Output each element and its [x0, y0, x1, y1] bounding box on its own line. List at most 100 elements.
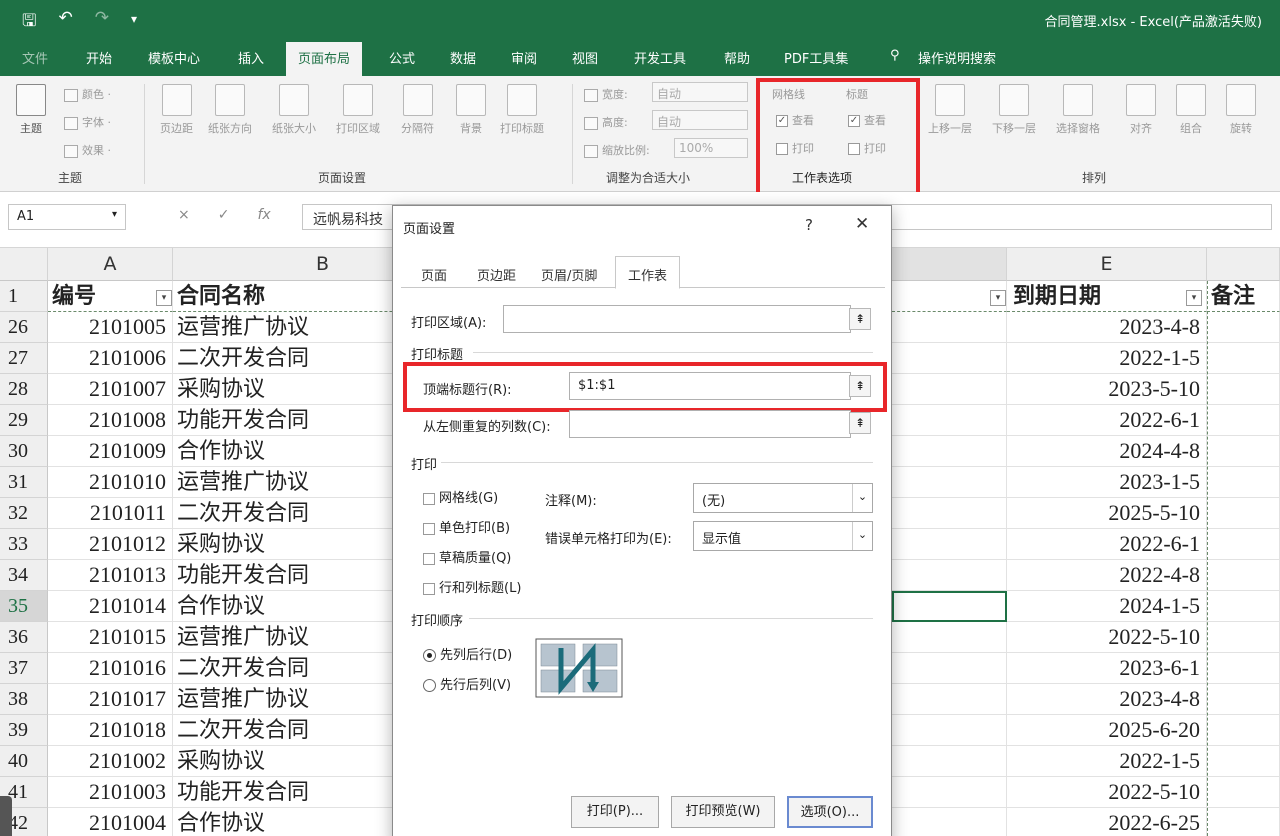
- tab-sheet[interactable]: 工作表: [615, 256, 681, 289]
- cell-column-d[interactable]: [892, 715, 1007, 746]
- cell-expiry-date[interactable]: 2024-4-8: [1007, 436, 1207, 467]
- cell-contract-id[interactable]: 2101005: [48, 312, 173, 343]
- row-header[interactable]: 40: [0, 746, 48, 777]
- tab-help[interactable]: 帮助: [724, 48, 750, 67]
- cell-contract-id[interactable]: 2101018: [48, 715, 173, 746]
- cell-notes[interactable]: [1207, 777, 1280, 808]
- cell-notes[interactable]: [1207, 498, 1280, 529]
- theme-effects-button[interactable]: 效果 ·: [64, 142, 111, 158]
- row-header[interactable]: 33: [0, 529, 48, 560]
- tab-page-layout[interactable]: 页面布局: [286, 42, 363, 76]
- tell-me-search[interactable]: 操作说明搜索: [918, 48, 996, 67]
- collapse-dialog-icon[interactable]: ⇞: [849, 308, 871, 330]
- height-select[interactable]: 自动: [652, 110, 748, 130]
- tab-template-center[interactable]: 模板中心: [148, 48, 200, 67]
- tab-formulas[interactable]: 公式: [389, 48, 415, 67]
- cell-column-d[interactable]: [892, 746, 1007, 777]
- column-header-f[interactable]: [1207, 248, 1280, 281]
- cell-notes[interactable]: [1207, 374, 1280, 405]
- cell-expiry-date[interactable]: 2023-1-5: [1007, 467, 1207, 498]
- print-area-input[interactable]: [503, 305, 851, 333]
- row-header[interactable]: 37: [0, 653, 48, 684]
- help-icon[interactable]: ?: [805, 216, 813, 234]
- tab-pdf-tools[interactable]: PDF工具集: [784, 48, 848, 67]
- tab-page[interactable]: 页面: [421, 265, 447, 284]
- tab-header-footer[interactable]: 页眉/页脚: [541, 265, 597, 284]
- tab-review[interactable]: 审阅: [511, 48, 537, 67]
- cell-column-d[interactable]: [892, 529, 1007, 560]
- close-icon[interactable]: ✕: [855, 214, 869, 234]
- cell-contract-id[interactable]: 2101011: [48, 498, 173, 529]
- filter-dropdown-icon[interactable]: ▾: [990, 290, 1006, 306]
- cell-column-d[interactable]: [892, 498, 1007, 529]
- theme-fonts-button[interactable]: 字体 ·: [64, 114, 111, 130]
- print-button[interactable]: 打印(P)...: [571, 796, 659, 828]
- collapse-dialog-icon[interactable]: ⇞: [849, 412, 871, 434]
- row-header[interactable]: 35: [0, 591, 48, 622]
- header-cell-id[interactable]: 编号: [48, 281, 173, 312]
- cell-expiry-date[interactable]: 2025-5-10: [1007, 498, 1207, 529]
- row-header[interactable]: 29: [0, 405, 48, 436]
- cell-expiry-date[interactable]: 2022-6-1: [1007, 529, 1207, 560]
- chevron-down-icon[interactable]: ▾: [112, 209, 117, 220]
- cell-contract-id[interactable]: 2101017: [48, 684, 173, 715]
- row-header[interactable]: 1: [0, 281, 48, 312]
- over-then-down-radio[interactable]: 先行后列(V): [423, 674, 511, 693]
- redo-icon[interactable]: ↷: [95, 8, 109, 37]
- cell-expiry-date[interactable]: 2022-5-10: [1007, 777, 1207, 808]
- fx-icon[interactable]: fx: [257, 207, 270, 223]
- row-header[interactable]: 38: [0, 684, 48, 715]
- undo-icon[interactable]: ↶: [58, 8, 72, 37]
- cell-notes[interactable]: [1207, 653, 1280, 684]
- tab-margins[interactable]: 页边距: [477, 265, 516, 284]
- customize-icon[interactable]: ▾: [131, 8, 137, 37]
- tab-home[interactable]: 开始: [86, 48, 112, 67]
- size-button[interactable]: 纸张大小: [272, 84, 316, 136]
- cell-notes[interactable]: [1207, 715, 1280, 746]
- row-header[interactable]: 39: [0, 715, 48, 746]
- cell-notes[interactable]: [1207, 622, 1280, 653]
- cell-contract-id[interactable]: 2101006: [48, 343, 173, 374]
- cell-notes[interactable]: [1207, 529, 1280, 560]
- cell-column-d[interactable]: [892, 684, 1007, 715]
- cell-notes[interactable]: [1207, 591, 1280, 622]
- cell-expiry-date[interactable]: 2023-5-10: [1007, 374, 1207, 405]
- cell-notes[interactable]: [1207, 467, 1280, 498]
- select-all-corner[interactable]: [0, 248, 48, 281]
- selection-pane-button[interactable]: 选择窗格: [1056, 84, 1100, 136]
- cell-column-d[interactable]: [892, 560, 1007, 591]
- save-icon[interactable]: 🖫: [22, 8, 36, 37]
- cell-column-d[interactable]: [892, 591, 1007, 622]
- cell-notes[interactable]: [1207, 808, 1280, 836]
- errors-select[interactable]: 显示值 ⌄: [693, 521, 873, 551]
- cell-contract-id[interactable]: 2101002: [48, 746, 173, 777]
- tab-file[interactable]: 文件: [22, 48, 48, 67]
- cell-contract-id[interactable]: 2101010: [48, 467, 173, 498]
- print-area-button[interactable]: 打印区域: [336, 84, 380, 136]
- cell-notes[interactable]: [1207, 312, 1280, 343]
- cell-contract-id[interactable]: 2101004: [48, 808, 173, 836]
- cell-expiry-date[interactable]: 2022-1-5: [1007, 746, 1207, 777]
- cell-expiry-date[interactable]: 2024-1-5: [1007, 591, 1207, 622]
- cell-column-d[interactable]: [892, 436, 1007, 467]
- cell-expiry-date[interactable]: 2022-6-25: [1007, 808, 1207, 836]
- row-header[interactable]: 32: [0, 498, 48, 529]
- align-button[interactable]: 对齐: [1126, 84, 1156, 136]
- filter-dropdown-icon[interactable]: ▾: [156, 290, 172, 306]
- draft-quality-checkbox[interactable]: 草稿质量(Q): [423, 547, 511, 566]
- cell-expiry-date[interactable]: 2022-4-8: [1007, 560, 1207, 591]
- row-header[interactable]: 28: [0, 374, 48, 405]
- cell-column-d[interactable]: [892, 808, 1007, 836]
- column-header-a[interactable]: A: [48, 248, 173, 281]
- cell-notes[interactable]: [1207, 560, 1280, 591]
- scale-spinner[interactable]: 100%: [674, 138, 748, 158]
- width-select[interactable]: 自动: [652, 82, 748, 102]
- cell-column-d[interactable]: [892, 653, 1007, 684]
- options-button[interactable]: 选项(O)...: [787, 796, 873, 828]
- cell-contract-id[interactable]: 2101008: [48, 405, 173, 436]
- row-header[interactable]: 36: [0, 622, 48, 653]
- theme-button[interactable]: 主题: [16, 84, 46, 136]
- cell-notes[interactable]: [1207, 405, 1280, 436]
- cell-expiry-date[interactable]: 2023-4-8: [1007, 684, 1207, 715]
- header-cell-date[interactable]: 到期日期: [1007, 281, 1207, 312]
